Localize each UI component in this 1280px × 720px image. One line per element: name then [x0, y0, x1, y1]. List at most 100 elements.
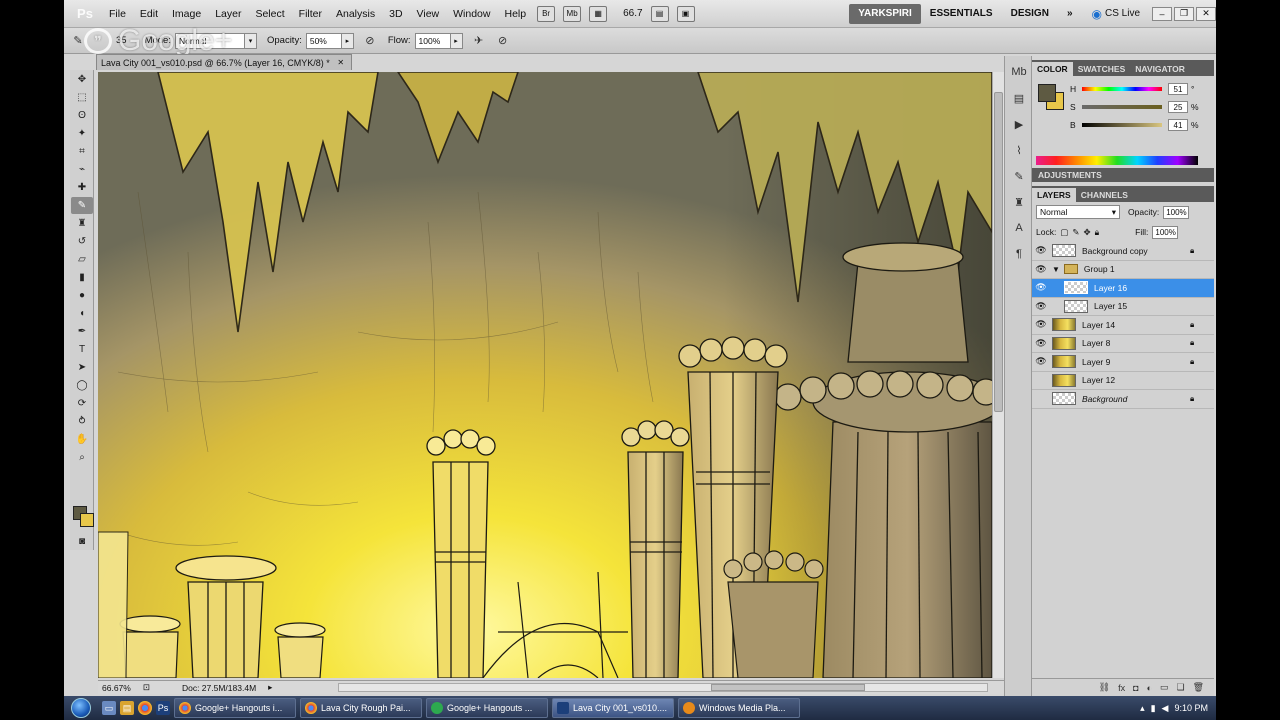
- delete-layer-icon[interactable]: 🗑︎: [1193, 682, 1204, 693]
- quick-select-tool-icon[interactable]: ✦: [71, 125, 93, 142]
- workspace-essentials[interactable]: ESSENTIALS: [921, 4, 1002, 24]
- status-info-icon[interactable]: ⊡: [143, 682, 150, 693]
- taskbar-item-photoshop[interactable]: Lava City 001_vs010....: [552, 698, 674, 718]
- brightness-value[interactable]: 41: [1168, 119, 1188, 131]
- eye-icon[interactable]: 👁︎: [1034, 355, 1048, 369]
- explorer-icon[interactable]: ▤: [120, 701, 134, 715]
- eraser-tool-icon[interactable]: ▱: [71, 251, 93, 268]
- tab-layers[interactable]: LAYERS: [1032, 188, 1076, 202]
- cs-live-button[interactable]: ◉ CS Live: [1092, 7, 1141, 21]
- menu-3d[interactable]: 3D: [382, 8, 409, 20]
- eye-icon[interactable]: 👁︎: [1034, 299, 1048, 313]
- flow-dropdown-icon[interactable]: ▸: [450, 32, 463, 49]
- brush-panel-icon[interactable]: ✎: [1008, 166, 1030, 186]
- eye-icon[interactable]: 👁︎: [1034, 336, 1048, 350]
- saturation-slider[interactable]: [1082, 105, 1162, 109]
- document-tab[interactable]: Lava City 001_vs010.psd @ 66.7% (Layer 1…: [96, 54, 352, 70]
- start-button[interactable]: [64, 696, 98, 720]
- menu-layer[interactable]: Layer: [208, 8, 248, 20]
- brush-tool-icon[interactable]: ✎: [70, 33, 86, 49]
- close-document-icon[interactable]: ✕: [336, 58, 346, 68]
- eye-icon[interactable]: 👁︎: [1034, 318, 1048, 332]
- opacity-dropdown-icon[interactable]: ▸: [341, 32, 354, 49]
- lock-position-icon[interactable]: ✥: [1083, 227, 1090, 238]
- tab-navigator[interactable]: NAVIGATOR: [1130, 62, 1190, 76]
- screen-mode-icon[interactable]: ▣: [676, 5, 695, 22]
- lock-pixels-icon[interactable]: ✎: [1072, 227, 1079, 238]
- bridge-icon[interactable]: Br: [537, 5, 556, 22]
- clone-source-icon[interactable]: ♜: [1008, 192, 1030, 212]
- new-group-icon[interactable]: ▭: [1160, 682, 1169, 693]
- layer-row[interactable]: Layer 12: [1032, 372, 1214, 390]
- canvas-vertical-scrollbar[interactable]: [992, 72, 1004, 678]
- saturation-value[interactable]: 25: [1168, 101, 1188, 113]
- hidden-eye-icon[interactable]: [1034, 373, 1048, 387]
- view-extras-icon[interactable]: ▦: [589, 5, 608, 22]
- hand-tool-icon[interactable]: ✋: [71, 431, 93, 448]
- layer-row[interactable]: 👁︎ Layer 15: [1032, 298, 1214, 316]
- expand-triangle-icon[interactable]: ▼: [1052, 265, 1060, 274]
- dodge-tool-icon[interactable]: ◖: [71, 305, 93, 322]
- pressure-opacity-icon[interactable]: ⊘: [362, 33, 378, 49]
- volume-icon[interactable]: ◀: [1162, 703, 1169, 714]
- layer-row[interactable]: Background 🔒︎: [1032, 390, 1214, 409]
- paragraph-panel-icon[interactable]: ¶: [1008, 244, 1030, 264]
- taskbar-item-hangouts-2[interactable]: Google+ Hangouts ...: [426, 698, 548, 718]
- taskbar-item-hangouts-1[interactable]: Google+ Hangouts i...: [174, 698, 296, 718]
- marquee-tool-icon[interactable]: ⬚: [71, 89, 93, 106]
- brightness-slider[interactable]: [1082, 123, 1162, 127]
- actions-panel-icon[interactable]: ▶: [1008, 114, 1030, 134]
- arrange-documents-icon[interactable]: ▤: [650, 5, 669, 22]
- clone-stamp-tool-icon[interactable]: ♜: [71, 215, 93, 232]
- blend-mode-select[interactable]: Normal ▾: [1036, 205, 1120, 219]
- quick-mask-icon[interactable]: ◙: [71, 533, 93, 550]
- hue-value[interactable]: 51: [1168, 83, 1188, 95]
- layer-row[interactable]: 👁︎ Layer 8 🔒︎: [1032, 335, 1214, 353]
- vertical-scroll-thumb[interactable]: [994, 92, 1003, 412]
- character-panel-icon[interactable]: A: [1008, 218, 1030, 238]
- tray-arrow-icon[interactable]: ▴: [1140, 703, 1145, 714]
- workspace-design[interactable]: DESIGN: [1002, 4, 1058, 24]
- eye-icon[interactable]: 👁︎: [1034, 281, 1048, 295]
- eyedropper-tool-icon[interactable]: ⌁: [71, 161, 93, 178]
- zoom-level[interactable]: 66.7: [623, 8, 642, 19]
- document-canvas[interactable]: [98, 72, 992, 678]
- type-tool-icon[interactable]: T: [71, 341, 93, 358]
- pen-tool-icon[interactable]: ✒: [71, 323, 93, 340]
- layer-style-icon[interactable]: fx: [1118, 683, 1125, 693]
- mode-select[interactable]: Normal: [174, 32, 245, 49]
- brush-tool-icon[interactable]: ✎: [71, 197, 93, 214]
- layer-row-selected[interactable]: 👁︎ Layer 16: [1032, 279, 1214, 298]
- taskbar-item-media-player[interactable]: Windows Media Pla...: [678, 698, 800, 718]
- menu-analysis[interactable]: Analysis: [329, 8, 382, 20]
- layer-row[interactable]: 👁︎ Background copy 🔒︎: [1032, 242, 1214, 261]
- opacity-field[interactable]: 50%: [305, 32, 342, 49]
- status-zoom[interactable]: 66.67%: [102, 683, 131, 693]
- gradient-tool-icon[interactable]: ▮: [71, 269, 93, 286]
- adjustment-layer-icon[interactable]: ◐: [1147, 683, 1152, 693]
- eye-icon[interactable]: 👁︎: [1034, 244, 1048, 258]
- brush-presets-icon[interactable]: ⌇: [1008, 140, 1030, 160]
- move-tool-icon[interactable]: ✥: [71, 71, 93, 88]
- new-layer-icon[interactable]: ❏: [1176, 682, 1184, 693]
- pressure-size-icon[interactable]: ⊘: [495, 33, 511, 49]
- crop-tool-icon[interactable]: ⌗: [71, 143, 93, 160]
- workspace-more-button[interactable]: »: [1058, 4, 1082, 24]
- history-panel-icon[interactable]: ▤: [1008, 88, 1030, 108]
- 3d-rotate-tool-icon[interactable]: ⟳: [71, 395, 93, 412]
- 3d-orbit-tool-icon[interactable]: ⥁: [71, 413, 93, 430]
- menu-window[interactable]: Window: [446, 8, 497, 20]
- color-foreground-swatch[interactable]: [1038, 84, 1056, 102]
- minimize-icon[interactable]: –: [1152, 6, 1172, 21]
- color-spectrum-bar[interactable]: [1036, 156, 1198, 165]
- menu-file[interactable]: File: [102, 8, 133, 20]
- show-desktop-icon[interactable]: ▭: [102, 701, 116, 715]
- layer-opacity-field[interactable]: 100%: [1163, 205, 1190, 219]
- flow-field[interactable]: 100%: [414, 32, 451, 49]
- layer-group-row[interactable]: 👁︎ ▼ Group 1: [1032, 261, 1214, 279]
- add-mask-icon[interactable]: ◘: [1133, 683, 1138, 693]
- blur-tool-icon[interactable]: ●: [71, 287, 93, 304]
- lock-transparent-icon[interactable]: ▢: [1060, 227, 1068, 238]
- background-color-swatch[interactable]: [80, 513, 94, 527]
- mode-dropdown-icon[interactable]: ▾: [244, 32, 257, 49]
